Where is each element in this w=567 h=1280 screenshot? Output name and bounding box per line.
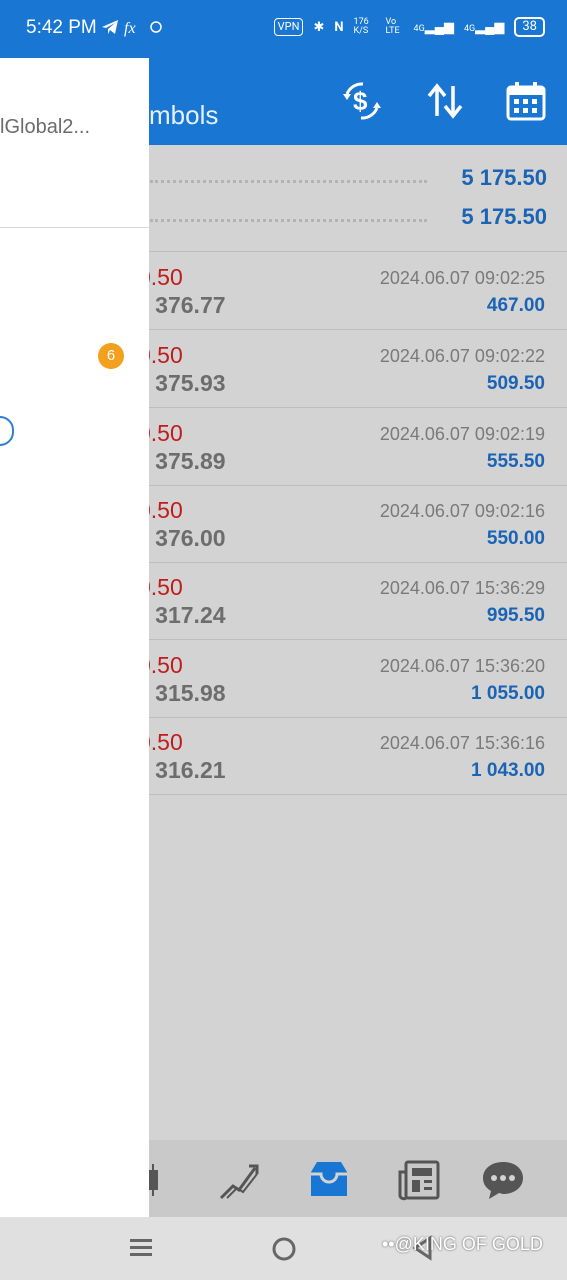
calendar-icon[interactable] (505, 80, 547, 122)
deal-time: 2024.06.07 09:02:22 (379, 346, 545, 366)
deal-time: 2024.06.07 09:02:19 (379, 424, 545, 444)
deal-profit: 467.00 (486, 295, 545, 316)
summary-row: 5 175.50 (150, 165, 547, 195)
summary-value: 5 175.50 (461, 204, 547, 229)
volte-icon: Vo LTE (385, 17, 400, 36)
battery-icon: 38 (514, 17, 545, 37)
signal-icon-2: 4G▂▄▆ (463, 20, 505, 35)
deal-price: 2 376.77 (136, 292, 226, 318)
nfc-icon: N (334, 19, 344, 35)
vpn-icon: VPN (273, 18, 304, 36)
dotted-leader (150, 180, 427, 183)
drawer-account-name[interactable]: lGlobal2... (0, 116, 90, 139)
status-bar: 5:42 PM fx VPN ✱ N 176 K/S Vo LTE 4G▂▄▆ … (0, 0, 567, 58)
deal-price: 2 376.00 (136, 525, 226, 551)
news-icon[interactable] (398, 1158, 442, 1202)
svg-text:fx: fx (124, 20, 136, 37)
deal-profit: 509.50 (486, 373, 545, 394)
deal-profit: 555.50 (486, 451, 545, 472)
currency-exchange-icon[interactable]: $ (341, 80, 383, 122)
signal-icon-1: 4G▂▄▆ (413, 20, 454, 35)
drawer-item-icon[interactable] (0, 416, 14, 446)
deal-profit: 1 043.00 (471, 760, 545, 781)
deal-profit: 1 055.00 (471, 683, 545, 704)
sort-icon[interactable] (424, 80, 466, 122)
telegram-icon: fx (102, 20, 162, 37)
notification-badge: 6 (98, 343, 124, 369)
history-inbox-icon[interactable] (307, 1158, 351, 1202)
summary-row: 5 175.50 (150, 204, 547, 234)
deal-price: 2 315.98 (136, 680, 226, 706)
navigation-drawer[interactable]: lGlobal2... 6 (0, 58, 149, 1217)
net-speed: 176 K/S (353, 17, 369, 36)
trade-chart-icon[interactable] (217, 1158, 261, 1202)
deal-time: 2024.06.07 09:02:25 (379, 268, 545, 288)
dotted-leader (150, 219, 427, 222)
menu-icon[interactable] (128, 1235, 154, 1261)
deal-time: 2024.06.07 15:36:20 (379, 656, 545, 676)
deal-price: 2 375.93 (136, 370, 226, 396)
status-time: 5:42 PM (26, 17, 97, 38)
status-app-icons: fx (100, 17, 162, 42)
system-navigation: ••@KING OF GOLD (0, 1217, 567, 1280)
deal-price: 2 375.89 (136, 448, 226, 474)
deal-time: 2024.06.07 09:02:16 (379, 501, 545, 521)
status-right-icons: VPN ✱ N 176 K/S Vo LTE 4G▂▄▆ 4G▂▄▆ 38 (273, 17, 545, 37)
deal-price: 2 316.21 (136, 757, 226, 783)
home-icon[interactable] (270, 1235, 298, 1263)
chat-icon[interactable] (481, 1158, 525, 1202)
watermark: ••@KING OF GOLD (382, 1234, 543, 1254)
bluetooth-icon: ✱ (313, 19, 325, 35)
summary-value: 5 175.50 (461, 165, 547, 190)
deal-time: 2024.06.07 15:36:16 (379, 733, 545, 753)
svg-text:$: $ (353, 86, 368, 116)
deal-price: 2 317.24 (136, 602, 226, 628)
deal-profit: 550.00 (486, 528, 545, 549)
drawer-divider (0, 227, 149, 228)
deal-time: 2024.06.07 15:36:29 (379, 578, 545, 598)
deal-profit: 995.50 (486, 605, 545, 626)
